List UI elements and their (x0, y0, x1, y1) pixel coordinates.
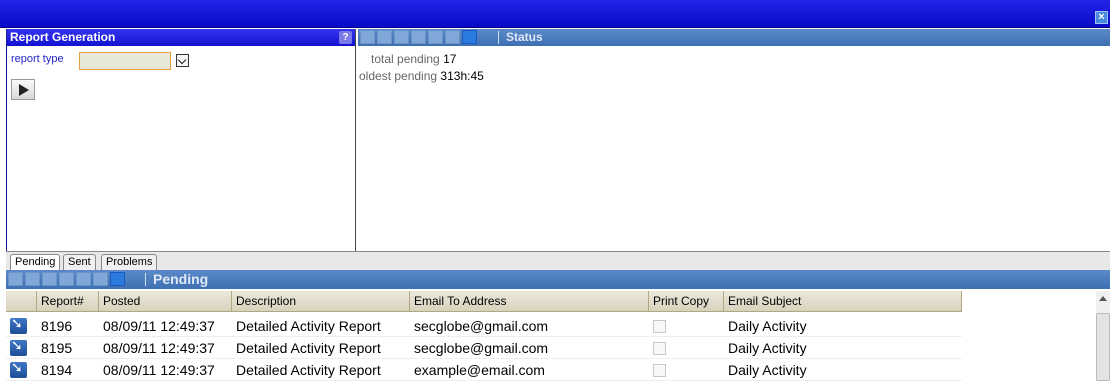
column-report[interactable]: Report# (37, 291, 99, 312)
cell-description: Detailed Activity Report (236, 318, 381, 334)
row-arrow-icon[interactable] (10, 337, 27, 356)
filter-icon[interactable] (76, 272, 91, 286)
oldest-pending-value: 313h:45 (440, 69, 484, 83)
toolbar-separator (498, 31, 499, 44)
cell-report: 8195 (41, 340, 73, 356)
pending-toolbar (8, 272, 125, 286)
add-icon[interactable] (394, 30, 409, 44)
save-icon[interactable] (59, 272, 74, 286)
tab-strip: Pending Sent Problems (6, 252, 1110, 270)
tab-pending[interactable]: Pending (10, 254, 61, 270)
tab-sent[interactable]: Sent (63, 254, 96, 270)
row-arrow-icon[interactable] (10, 359, 27, 378)
delete-icon[interactable] (93, 272, 108, 286)
scroll-thumb[interactable] (1096, 313, 1110, 381)
cell-email: secglobe@gmail.com (414, 340, 549, 356)
cell-posted: 08/09/11 12:49:37 (103, 340, 215, 356)
column-print-copy[interactable]: Print Copy (649, 291, 724, 312)
cell-subject: Daily Activity (728, 362, 807, 378)
edit-icon[interactable] (377, 30, 392, 44)
tab-problems[interactable]: Problems (101, 254, 158, 270)
refresh-icon[interactable] (110, 272, 125, 286)
oldest-pending-line: oldest pending 313h:45 (359, 69, 484, 83)
status-title: Status (506, 30, 543, 44)
edit-icon[interactable] (25, 272, 40, 286)
cell-email: example@email.com (414, 362, 545, 378)
save-icon[interactable] (411, 30, 426, 44)
oldest-pending-label: oldest pending (359, 69, 438, 83)
column-posted[interactable]: Posted (99, 291, 232, 312)
list-icon[interactable] (8, 272, 23, 286)
cell-report: 8196 (41, 318, 73, 334)
total-pending-label: total pending (371, 52, 440, 66)
pending-title: Pending (153, 271, 209, 287)
row-arrow-icon[interactable] (10, 315, 27, 334)
cell-report: 8194 (41, 362, 73, 378)
table-row[interactable]: 8194 08/09/11 12:49:37 Detailed Activity… (6, 359, 962, 381)
print-copy-checkbox[interactable] (653, 364, 666, 377)
filter-icon[interactable] (428, 30, 443, 44)
toolbar-separator (145, 273, 146, 286)
table-row[interactable]: 8196 08/09/11 12:49:37 Detailed Activity… (6, 315, 962, 337)
column-email-subject[interactable]: Email Subject (724, 291, 962, 312)
title-bar: × (0, 0, 1110, 28)
scroll-up-icon[interactable] (1099, 296, 1107, 301)
cell-subject: Daily Activity (728, 318, 807, 334)
report-generation-title: Report Generation (10, 30, 116, 44)
report-type-label: report type (11, 53, 64, 65)
report-type-input[interactable] (79, 52, 171, 70)
report-generation-header: Report Generation ? (7, 29, 355, 46)
column-icon (6, 291, 37, 312)
refresh-icon[interactable] (462, 30, 477, 44)
help-icon[interactable]: ? (339, 31, 352, 44)
print-copy-checkbox[interactable] (653, 342, 666, 355)
cell-posted: 08/09/11 12:49:37 (103, 318, 215, 334)
column-email-to[interactable]: Email To Address (410, 291, 649, 312)
cell-email: secglobe@gmail.com (414, 318, 549, 334)
dropdown-icon[interactable] (176, 54, 189, 67)
total-pending-value: 17 (443, 52, 457, 66)
table-row[interactable]: 8195 08/09/11 12:49:37 Detailed Activity… (6, 337, 962, 359)
close-icon[interactable]: × (1095, 11, 1108, 24)
report-generation-panel: Report Generation ? report type (6, 29, 356, 251)
print-copy-checkbox[interactable] (653, 320, 666, 333)
pending-header: Pending (6, 270, 1110, 289)
table-header: Report# Posted Description Email To Addr… (6, 291, 962, 312)
cell-subject: Daily Activity (728, 340, 807, 356)
play-icon[interactable] (11, 79, 35, 100)
vertical-scrollbar[interactable] (1096, 291, 1110, 381)
total-pending-line: total pending 17 (371, 52, 456, 66)
delete-icon[interactable] (445, 30, 460, 44)
status-toolbar (360, 30, 477, 44)
list-icon[interactable] (360, 30, 375, 44)
status-header: Status (358, 29, 1110, 46)
add-icon[interactable] (42, 272, 57, 286)
pending-table: Report# Posted Description Email To Addr… (6, 291, 1094, 381)
cell-description: Detailed Activity Report (236, 362, 381, 378)
column-description[interactable]: Description (232, 291, 410, 312)
cell-description: Detailed Activity Report (236, 340, 381, 356)
cell-posted: 08/09/11 12:49:37 (103, 362, 215, 378)
status-panel: Status total pending 17 oldest pending 3… (358, 29, 1110, 251)
